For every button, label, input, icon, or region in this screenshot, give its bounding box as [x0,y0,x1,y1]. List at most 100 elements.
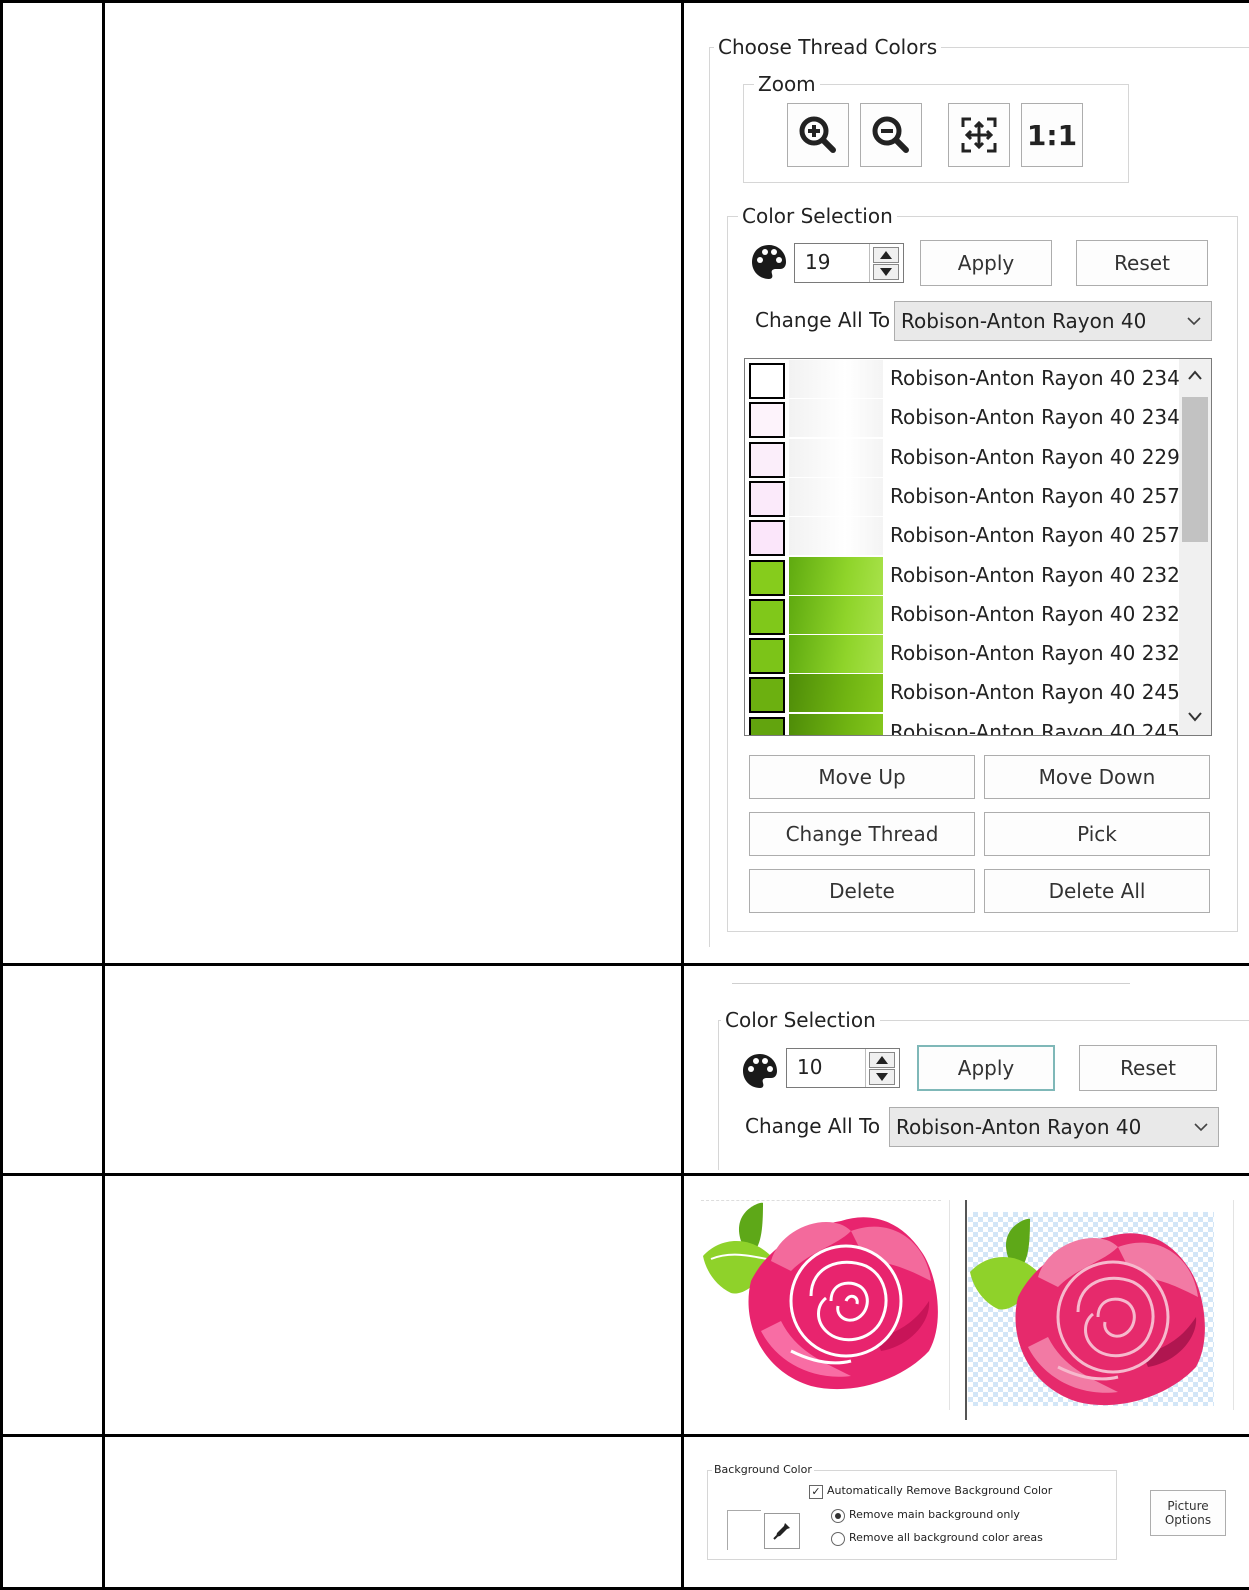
stepper-up-button[interactable] [869,1052,895,1068]
reset-button[interactable]: Reset [1076,240,1208,286]
radio-main-background[interactable] [831,1509,845,1523]
fit-to-window-button[interactable] [948,103,1010,167]
thread-swatch [749,559,785,596]
preview-divider [1233,1200,1234,1410]
group-title: Choose Thread Colors [714,34,942,60]
up-arrow-icon [876,1056,888,1064]
thread-texture [789,360,883,398]
thread-swatch [749,402,785,439]
thread-swatch [749,716,785,735]
thread-swatch [749,520,785,557]
color-selection-panel-2: Color Selection 10 Apply Reset Change Al… [684,966,1249,1173]
apply-button-2[interactable]: Apply [917,1045,1055,1091]
move-up-button[interactable]: Move Up [749,755,975,799]
rose-transparent-image [970,1218,1205,1406]
color-count-stepper-2[interactable]: 10 [786,1048,900,1088]
thread-list-item[interactable]: Robison-Anton Rayon 40 2574 A [745,517,1180,557]
move-down-button[interactable]: Move Down [984,755,1210,799]
thread-name: Robison-Anton Rayon 40 2322 M [890,641,1180,666]
thread-texture [789,399,883,438]
background-color-title: Background Color [712,1463,814,1477]
thread-list[interactable]: Robison-Anton Rayon 40 2343 E Robison-Ant… [744,358,1212,736]
background-color-panel: Background Color ✓ Automatically Remove … [684,1437,1249,1587]
stepper-down-button[interactable] [873,264,899,280]
rose-original-image [703,1202,938,1390]
thread-name: Robison-Anton Rayon 40 2343 E [890,405,1180,430]
thread-list-item[interactable]: Robison-Anton Rayon 40 2297 S [745,438,1180,478]
thread-texture [789,595,883,634]
change-all-value: Robison-Anton Rayon 40 [901,309,1147,333]
thread-swatch [749,638,785,675]
down-arrow-icon [876,1073,888,1081]
choose-thread-colors-panel: Choose Thread Colors Zoom 1:1 Color Sele… [684,3,1249,963]
rose-original-frame [701,1200,941,1398]
rose-transparent-frame [968,1212,1214,1406]
color-count-stepper[interactable]: 19 [794,243,904,283]
eyedropper-icon [773,1523,790,1540]
change-thread-button[interactable]: Change Thread [749,812,975,856]
radio-all-label: Remove all background color areas [849,1531,1043,1544]
scroll-down-icon[interactable] [1187,711,1203,723]
thread-texture [789,477,883,516]
palette-icon [743,1054,777,1088]
thread-texture [789,635,883,674]
thread-swatch [749,677,785,714]
thread-swatch [749,441,785,478]
thread-list-item[interactable]: Robison-Anton Rayon 40 2322 M [745,635,1180,675]
change-all-select-2[interactable]: Robison-Anton Rayon 40 [889,1107,1219,1147]
delete-button[interactable]: Delete [749,869,975,913]
thread-list-item[interactable]: Robison-Anton Rayon 40 2322 M [745,595,1180,635]
color-selection-title: Color Selection [738,203,897,229]
zoom-out-button[interactable] [860,103,922,167]
zoom-in-button[interactable] [787,103,849,167]
preview-divider [949,1200,950,1410]
thread-list-item[interactable]: Robison-Anton Rayon 40 2574 A [745,477,1180,517]
chevron-down-icon [1187,317,1201,326]
pick-button[interactable]: Pick [984,812,1210,856]
chevron-down-icon [1194,1123,1208,1132]
thread-name: Robison-Anton Rayon 40 2343 E [890,366,1180,390]
auto-remove-checkbox[interactable]: ✓ [809,1485,823,1499]
rose-preview-panel [684,1176,1249,1434]
stepper-up-button[interactable] [873,247,899,263]
thread-list-item[interactable]: Robison-Anton Rayon 40 2457 G [745,674,1180,714]
zoom-out-icon [872,116,909,153]
thread-name: Robison-Anton Rayon 40 2574 A [890,523,1180,548]
picture-options-button[interactable]: Picture Options [1150,1490,1226,1536]
down-arrow-icon [880,268,892,276]
preview-divider-dark [965,1200,967,1420]
background-color-swatch[interactable] [727,1510,761,1550]
palette-icon [752,245,786,279]
thread-swatch [749,480,785,517]
thread-list-item[interactable]: Robison-Anton Rayon 40 2343 E [745,399,1180,439]
scroll-up-icon[interactable] [1187,369,1203,381]
change-all-select[interactable]: Robison-Anton Rayon 40 [894,301,1212,341]
thread-name: Robison-Anton Rayon 40 2297 S [890,444,1180,469]
stepper-arrows [869,244,903,282]
eyedropper-button[interactable] [764,1513,800,1549]
separator-line [732,983,1130,984]
thread-swatch [749,598,785,635]
radio-main-label: Remove main background only [849,1508,1020,1521]
actual-size-button[interactable]: 1:1 [1021,103,1083,167]
thread-list-item[interactable]: Robison-Anton Rayon 40 2322 M [745,556,1180,596]
thread-texture [789,517,883,556]
thread-name: Robison-Anton Rayon 40 2322 M [890,562,1180,587]
apply-button[interactable]: Apply [920,240,1052,286]
thread-swatch [749,363,785,399]
thread-list-scrollbar[interactable] [1179,359,1211,735]
up-arrow-icon [880,251,892,259]
thread-list-item[interactable]: Robison-Anton Rayon 40 2457 G [745,713,1180,735]
stepper-down-button[interactable] [869,1069,895,1085]
table-col-divider [102,0,105,1590]
thread-name: Robison-Anton Rayon 40 2457 G [890,719,1180,736]
radio-all-background[interactable] [831,1532,845,1546]
color-selection-title-2: Color Selection [721,1007,880,1033]
delete-all-button[interactable]: Delete All [984,869,1210,913]
thread-name: Robison-Anton Rayon 40 2574 A [890,483,1180,508]
scroll-thumb[interactable] [1182,397,1208,542]
thread-list-item[interactable]: Robison-Anton Rayon 40 2343 E [745,360,1180,399]
change-all-value-2: Robison-Anton Rayon 40 [896,1115,1142,1139]
reset-button-2[interactable]: Reset [1079,1045,1217,1091]
color-count-value: 19 [805,250,831,274]
